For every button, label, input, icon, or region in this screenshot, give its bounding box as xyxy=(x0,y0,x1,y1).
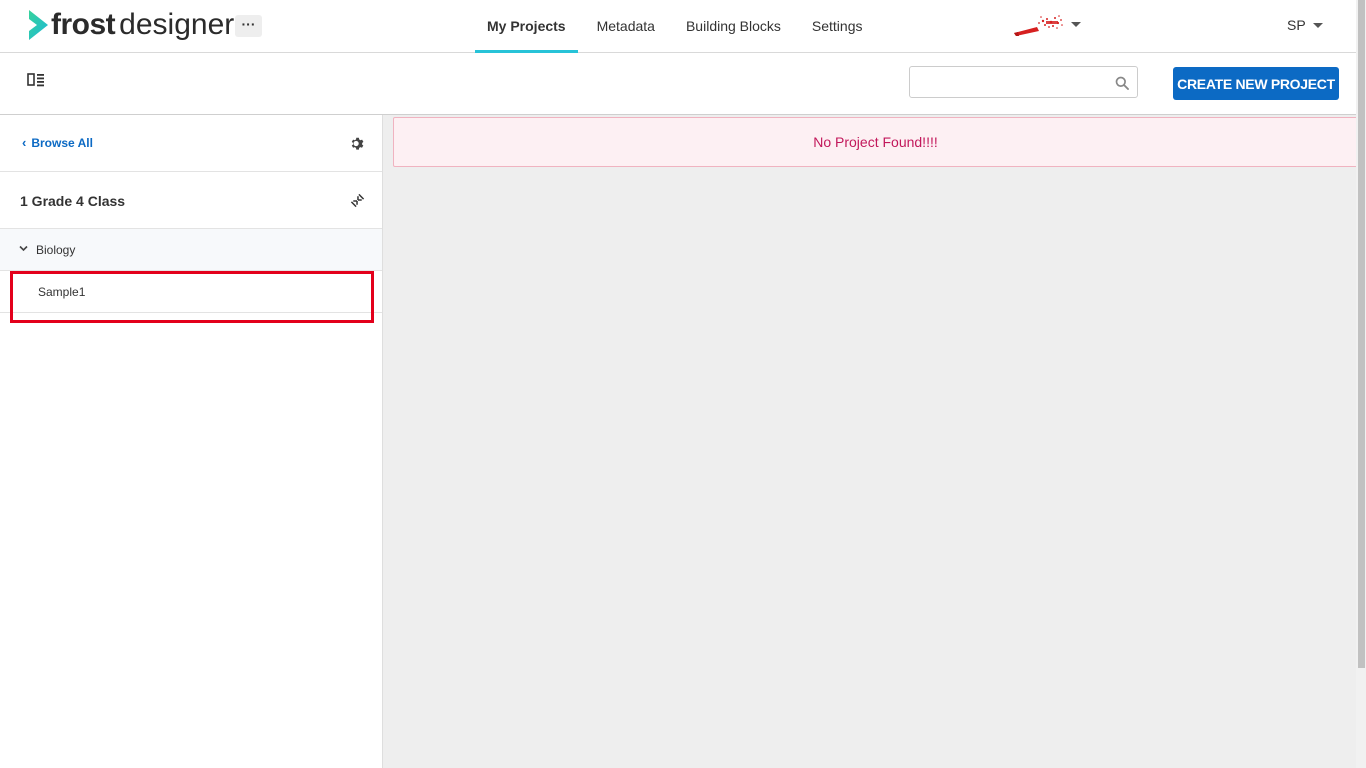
logo-text-light: designer xyxy=(119,8,235,41)
search-input[interactable] xyxy=(910,67,1105,97)
chevron-down-icon xyxy=(19,245,28,252)
chevron-left-icon: ‹ xyxy=(22,135,27,150)
scrollbar-thumb[interactable] xyxy=(1358,0,1365,668)
list-item-sample1[interactable]: Sample1 xyxy=(0,271,382,313)
tab-settings[interactable]: Settings xyxy=(800,0,875,53)
tab-my-projects[interactable]: My Projects xyxy=(475,0,578,53)
sidebar-toggle-icon[interactable] xyxy=(27,72,45,88)
logo-chevron-icon xyxy=(29,10,48,40)
create-new-project-button[interactable]: CREATE NEW PROJECT xyxy=(1173,67,1339,100)
browse-all-label: Browse All xyxy=(31,135,93,150)
search-icon[interactable] xyxy=(1115,76,1129,90)
browse-all-link[interactable]: ‹ Browse All xyxy=(22,135,93,150)
organization-logo[interactable] xyxy=(1013,13,1065,37)
sidebar: ‹ Browse All 1 Grade 4 Class Biology Sam… xyxy=(0,115,383,768)
list-item-label: Sample1 xyxy=(38,285,86,299)
org-dropdown-caret-icon[interactable] xyxy=(1071,22,1081,27)
tab-building-blocks[interactable]: Building Blocks xyxy=(674,0,793,53)
no-project-alert: No Project Found!!!! xyxy=(393,117,1358,167)
app-logo[interactable]: frost designer xyxy=(27,8,234,42)
subject-label: Biology xyxy=(36,243,76,257)
tab-metadata[interactable]: Metadata xyxy=(585,0,667,53)
collapse-icon[interactable] xyxy=(350,193,365,208)
user-initials: SP xyxy=(1287,17,1306,33)
sidebar-header: ‹ Browse All xyxy=(0,115,382,172)
top-navbar: frost designer ··· My Projects Metadata … xyxy=(0,0,1356,53)
main-content: No Project Found!!!! xyxy=(383,115,1358,768)
main-nav: My Projects Metadata Building Blocks Set… xyxy=(475,0,882,53)
user-menu[interactable]: SP xyxy=(1287,17,1323,33)
more-options-button[interactable]: ··· xyxy=(235,15,262,37)
toolbar: CREATE NEW PROJECT xyxy=(0,53,1356,115)
search-box xyxy=(909,66,1138,98)
gear-icon[interactable] xyxy=(350,136,365,151)
class-title: 1 Grade 4 Class xyxy=(20,193,126,209)
class-header: 1 Grade 4 Class xyxy=(0,172,382,229)
logo-text-bold: frost xyxy=(51,8,116,41)
subject-group-biology[interactable]: Biology xyxy=(0,229,382,271)
user-dropdown-caret-icon xyxy=(1312,22,1323,28)
